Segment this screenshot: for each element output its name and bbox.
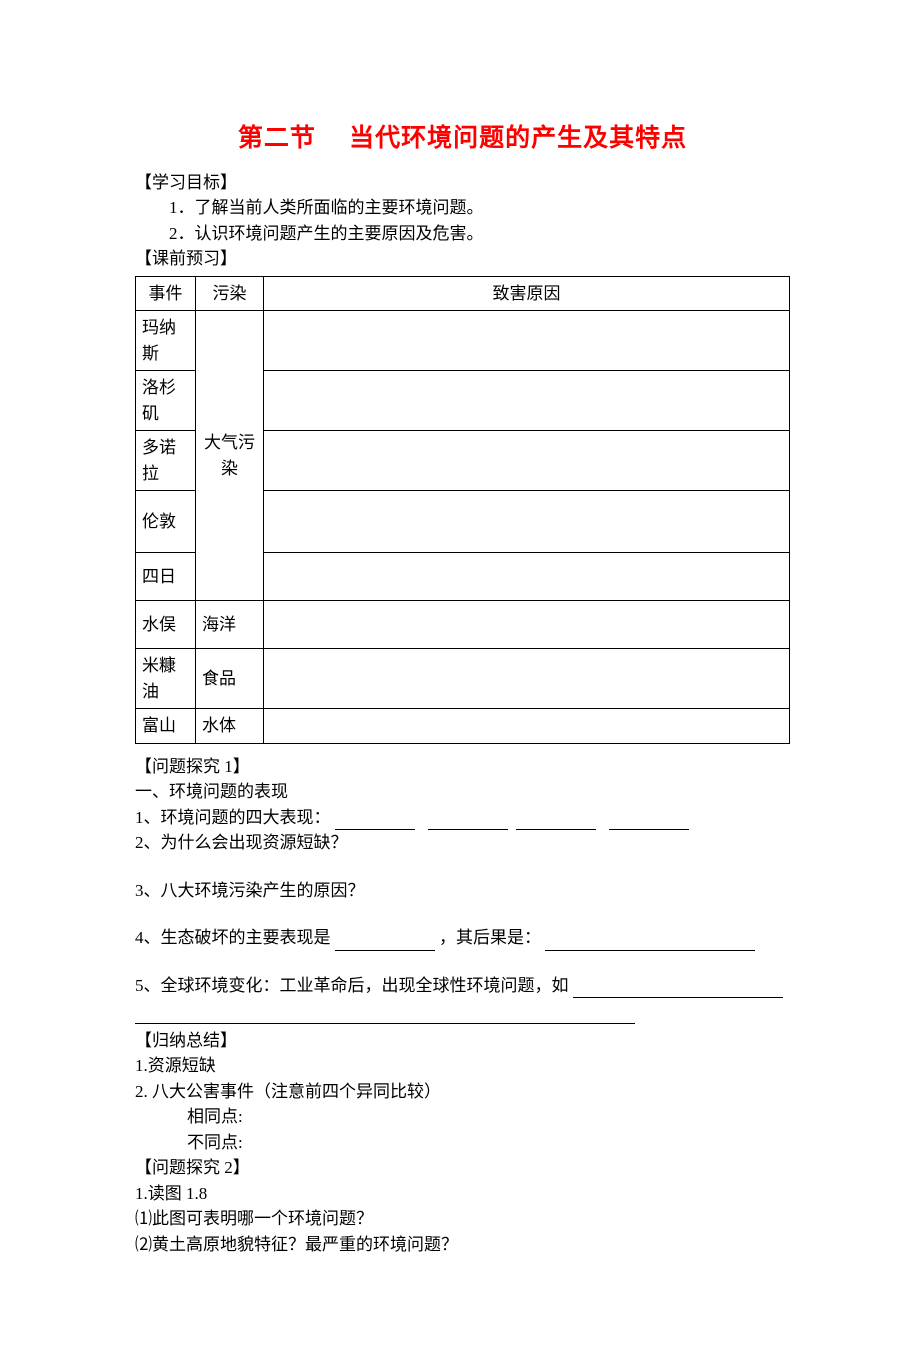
cell-cause — [264, 491, 790, 553]
table-row: 米糠油 食品 — [136, 649, 790, 709]
cell-pollution: 水体 — [196, 709, 264, 744]
pollution-events-table: 事件 污染 致害原因 玛纳斯 大气污染 洛杉矶 多诺拉 伦敦 四日 水俣 海洋 … — [135, 276, 790, 744]
inquiry2-q1b: ⑵黄土高原地貌特征？最严重的环境问题？ — [135, 1232, 790, 1258]
inquiry1-heading: 一、环境问题的表现 — [135, 779, 790, 805]
cell-cause — [264, 311, 790, 371]
blank-fill — [573, 981, 783, 998]
summary-item-2a: 相同点: — [135, 1104, 790, 1130]
inquiry1-q4: 4、生态破坏的主要表现是 ，其后果是： — [135, 925, 790, 951]
blank-fill — [335, 813, 415, 830]
inquiry2-label: 【问题探究 2】 — [135, 1155, 790, 1181]
cell-cause — [264, 553, 790, 601]
cell-pollution: 海洋 — [196, 601, 264, 649]
goal-item-1: 1．了解当前人类所面临的主要环境问题。 — [135, 195, 790, 221]
summary-item-2: 2. 八大公害事件（注意前四个异同比较） — [135, 1079, 790, 1105]
cell-event: 水俣 — [136, 601, 196, 649]
cell-cause — [264, 431, 790, 491]
goal-item-2: 2．认识环境问题产生的主要原因及危害。 — [135, 221, 790, 247]
inquiry1-q5: 5、全球环境变化：工业革命后，出现全球性环境问题，如 — [135, 973, 790, 999]
table-row: 富山 水体 — [136, 709, 790, 744]
document-title: 第二节 当代环境问题的产生及其特点 — [135, 120, 790, 158]
inquiry1-q5-cont — [135, 998, 790, 1024]
blank-fill — [335, 934, 435, 951]
blank-fill — [609, 813, 689, 830]
q4-prefix: 4、生态破坏的主要表现是 — [135, 928, 331, 947]
header-event: 事件 — [136, 276, 196, 311]
cell-cause — [264, 709, 790, 744]
blank-fill — [135, 1007, 635, 1024]
blank-fill — [545, 934, 755, 951]
cell-event: 四日 — [136, 553, 196, 601]
cell-event: 多诺拉 — [136, 431, 196, 491]
cell-event: 洛杉矶 — [136, 371, 196, 431]
header-pollution: 污染 — [196, 276, 264, 311]
header-cause: 致害原因 — [264, 276, 790, 311]
q1-prefix: 1、环境问题的四大表现： — [135, 808, 331, 827]
blank-fill — [428, 813, 508, 830]
inquiry2-q1a: ⑴此图可表明哪一个环境问题？ — [135, 1206, 790, 1232]
table-row: 水俣 海洋 — [136, 601, 790, 649]
q4-mid: ，其后果是： — [439, 928, 541, 947]
cell-pollution-merged: 大气污染 — [196, 311, 264, 601]
cell-event: 玛纳斯 — [136, 311, 196, 371]
cell-cause — [264, 601, 790, 649]
summary-item-2b: 不同点: — [135, 1130, 790, 1156]
inquiry1-q1: 1、环境问题的四大表现： — [135, 805, 790, 831]
cell-event: 富山 — [136, 709, 196, 744]
learning-goal-label: 【学习目标】 — [135, 170, 790, 196]
inquiry1-q2: 2、为什么会出现资源短缺？ — [135, 830, 790, 856]
cell-event: 米糠油 — [136, 649, 196, 709]
summary-label: 【归纳总结】 — [135, 1028, 790, 1054]
blank-fill — [516, 813, 596, 830]
preview-label: 【课前预习】 — [135, 246, 790, 272]
table-header-row: 事件 污染 致害原因 — [136, 276, 790, 311]
cell-cause — [264, 371, 790, 431]
cell-cause — [264, 649, 790, 709]
table-row: 玛纳斯 大气污染 — [136, 311, 790, 371]
inquiry2-q1: 1.读图 1.8 — [135, 1181, 790, 1207]
summary-item-1: 1.资源短缺 — [135, 1053, 790, 1079]
inquiry1-q3: 3、八大环境污染产生的原因？ — [135, 878, 790, 904]
inquiry1-label: 【问题探究 1】 — [135, 754, 790, 780]
cell-event: 伦敦 — [136, 491, 196, 553]
cell-pollution: 食品 — [196, 649, 264, 709]
q5-prefix: 5、全球环境变化：工业革命后，出现全球性环境问题，如 — [135, 976, 569, 995]
